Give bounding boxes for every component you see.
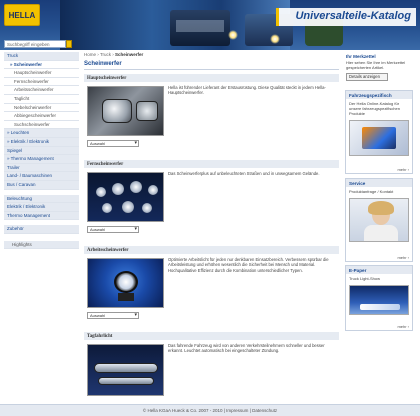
nav-item-taglicht[interactable]: Taglicht [4, 94, 79, 104]
nav-item-leuchten[interactable]: » Leuchten [4, 129, 79, 138]
section-select[interactable]: Auswahl [87, 312, 139, 319]
nav-item-thermo-management[interactable]: » Thermo Management [4, 155, 79, 164]
daytime-light-image[interactable] [87, 344, 164, 396]
truck-image [170, 10, 230, 46]
header-photo [60, 0, 343, 50]
nav-item-land-baumaschinen[interactable]: Land- / Baumaschinen [4, 172, 79, 181]
section-heading: Hauptscheinwerfer [84, 74, 339, 82]
driving-lights-image[interactable] [87, 172, 164, 222]
nav-item-trailer[interactable]: Trailer [4, 163, 79, 173]
merkzettel-box: Ihr Merkzettel Hier sehen Sie Ihre im Me… [345, 52, 413, 84]
search-button[interactable] [66, 40, 72, 48]
headlight-image[interactable] [87, 86, 164, 136]
section-select[interactable]: Auswahl [87, 140, 139, 147]
breadcrumb: Home › Truck › Scheinwerfer [84, 52, 339, 59]
section-description: Das fahrende Fahrzeug wird von anderen V… [168, 343, 325, 354]
nav-item-fernscheinwerfer[interactable]: Fernscheinwerfer [4, 77, 79, 87]
nav-item-nebelscheinwerfer[interactable]: Nebelscheinwerfer [4, 103, 79, 113]
headlight-glow [228, 30, 238, 40]
nav-item-abbiegescheinwerfer[interactable]: Abbiegescheinwerfer [4, 112, 79, 121]
section-heading: Arbeitsscheinwerfer [84, 246, 339, 254]
hella-logo[interactable]: HELLA [4, 4, 40, 26]
headlight-glow [270, 34, 280, 44]
breadcrumb-home[interactable]: Home [84, 52, 96, 57]
left-navigation: Truck» Scheinwerfer Hauptscheinwerfer Fern… [4, 52, 79, 250]
section-fernscheinwerfer: Fernscheinwerfer Das Scheinwerferplus au… [84, 160, 339, 242]
logo-text: HELLA [8, 10, 36, 20]
katalog-heading: Fahrzeugspezifisch [346, 91, 412, 99]
nav-item-hauptscheinwerfer[interactable]: Hauptscheinwerfer [4, 69, 79, 78]
catalog-title: Universalteile-Katalog [276, 8, 416, 26]
section-description: Hella ist führender Lieferant der Erstau… [168, 85, 326, 96]
nav-item-elektrik-elektronik[interactable]: Elektrik / Elektronik [4, 203, 79, 212]
nav-item-beleuchtung[interactable]: Beleuchtung [4, 194, 79, 204]
katalog-image[interactable] [349, 120, 409, 156]
epaper-heading: E-Paper [346, 266, 412, 274]
nav-item-zubehör[interactable]: Zubehör [4, 225, 79, 234]
work-light-image[interactable] [87, 258, 164, 308]
breadcrumb-current: Scheinwerfer [115, 52, 144, 57]
nav-item-arbeitsscheinwerfer[interactable]: Arbeitsscheinwerfer [4, 86, 79, 95]
section-description: Das Scheinwerferplus auf unbeleuchteten … [168, 171, 320, 176]
service-text: Produktanfrage / Kontakt [349, 189, 394, 194]
service-image[interactable] [349, 198, 409, 242]
nav-item-highlights[interactable]: Highlights [4, 240, 79, 250]
epaper-box: E-Paper Truck Light-Show mehr › [345, 265, 413, 331]
nav-item-scheinwerfer[interactable]: » Scheinwerfer [4, 60, 79, 70]
nav-item-suchscheinwerfer[interactable]: Suchscheinwerfer [4, 120, 79, 130]
search-input[interactable]: Suchbegriff eingeben [4, 40, 66, 48]
section-tagfahrlicht: Tagfahrlicht Das fahrende Fahrzeug wird … [84, 332, 339, 402]
nav-item-bus-caravan[interactable]: Bus / Caravan [4, 180, 79, 190]
epaper-text: Truck Light-Show [349, 276, 380, 281]
section-heading: Fernscheinwerfer [84, 160, 339, 168]
breadcrumb-truck[interactable]: Truck [100, 52, 111, 57]
merkzettel-heading: Ihr Merkzettel [345, 52, 413, 60]
details-button[interactable]: Details anzeigen [346, 73, 388, 81]
section-heading: Tagfahrlicht [84, 332, 339, 340]
katalog-more-link[interactable]: mehr › [397, 167, 409, 172]
merkzettel-text: Hier sehen Sie Ihre im Merkzettel gespei… [346, 60, 406, 70]
section-hauptscheinwerfer: Hauptscheinwerfer Hella ist führender Li… [84, 74, 339, 156]
service-more-link[interactable]: mehr › [397, 255, 409, 260]
katalog-text: Der Hella Online-Katalog für unsere fahr… [349, 101, 400, 116]
header-banner: HELLA Universalteile-Katalog Suchbegriff… [0, 0, 420, 50]
katalog-box: Fahrzeugspezifisch Der Hella Online-Kata… [345, 90, 413, 174]
nav-item-spiegel[interactable]: Spiegel [4, 146, 79, 156]
epaper-more-link[interactable]: mehr › [397, 324, 409, 329]
service-box: Service Produktanfrage / Kontakt mehr › [345, 178, 413, 262]
footer: © Hella KGaA Hueck & Co. 2007 - 2010 | I… [0, 404, 420, 416]
nav-item-truck[interactable]: Truck [4, 52, 79, 61]
nav-item-elektrik-elektronik[interactable]: » Elektrik / Elektronik [4, 137, 79, 147]
page-title: Scheinwerfer [84, 60, 339, 70]
section-arbeitsscheinwerfer: Arbeitsscheinwerfer Optimierte Arbeitsli… [84, 246, 339, 328]
service-heading: Service [346, 179, 412, 187]
section-description: Optimierte Arbeitslicht für jeden nur de… [168, 257, 329, 273]
section-select[interactable]: Auswahl [87, 226, 139, 233]
nav-item-thermo-management[interactable]: Thermo Management [4, 211, 79, 221]
epaper-image[interactable] [349, 285, 409, 315]
